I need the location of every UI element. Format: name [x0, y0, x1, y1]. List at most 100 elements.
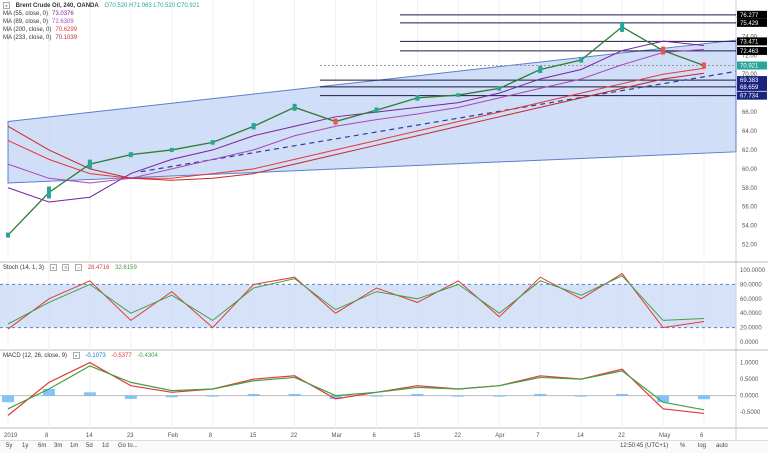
stoch-tick-label: 40.0000 — [740, 311, 762, 317]
macd-pane — [0, 361, 736, 416]
time-tick-label: Feb — [168, 433, 179, 439]
stoch-pane — [0, 272, 736, 330]
macd-hist-bar — [288, 393, 301, 396]
macd-title: MACD (12, 26, close, 9) — [3, 353, 68, 360]
price-point — [497, 86, 502, 91]
price-point — [251, 123, 256, 130]
timeframe-button[interactable]: 1d — [102, 443, 109, 449]
time-tick-label: Apr — [495, 433, 504, 439]
stoch-d-value: 32.6159 — [115, 265, 137, 272]
price-point — [6, 232, 10, 238]
stoch-tick-label: 20.0000 — [740, 326, 762, 332]
ma-label: MA (89, close, 0) — [3, 19, 49, 26]
chart-canvas[interactable]: 76.0074.0072.0070.0068.0066.0064.0062.00… — [0, 0, 768, 452]
eye-icon[interactable]: ● — [3, 2, 10, 9]
time-tick-label: 22 — [618, 433, 625, 439]
settings-icon[interactable]: ⚙ — [62, 264, 70, 271]
scale-toggle[interactable]: % — [680, 443, 685, 449]
time-tick-label: Mar — [332, 433, 342, 439]
price-point — [292, 103, 297, 111]
stoch-k-value: 28.4716 — [87, 265, 110, 272]
ma-label: MA (233, close, 0) — [3, 35, 52, 42]
price-point — [128, 152, 133, 158]
macd-hist-bar — [575, 395, 588, 397]
clock-label: 12:50:45 (UTC+1) — [620, 443, 669, 449]
price-tag-label: 68.659 — [740, 85, 759, 91]
timeframe-button[interactable]: 3m — [54, 443, 62, 449]
ma-value: 72.6309 — [52, 19, 74, 26]
macd-hist-bar — [616, 393, 629, 396]
macd-tick-label: 0.0000 — [740, 394, 759, 400]
price-legend: ● Brent Crude Oil, 240, OANDA O70.520 H7… — [3, 2, 203, 42]
price-tick-label: 54.00 — [742, 224, 758, 230]
price-tick-label: 66.00 — [742, 110, 758, 116]
macd-tick-label: 0.5000 — [740, 377, 759, 383]
time-tick-label: 7 — [536, 433, 540, 439]
close-icon[interactable]: × — [75, 264, 83, 271]
stoch-legend: Stoch (14, 1, 3) ● ⚙ × 28.4716 32.6159 — [3, 264, 141, 272]
stoch-tick-label: 60.0000 — [740, 297, 762, 303]
timeframe-button[interactable]: 5d — [86, 443, 93, 449]
macd-hist-bar — [411, 393, 424, 396]
timeframe-button[interactable]: Go to... — [118, 443, 138, 449]
time-tick-label: 2019 — [4, 433, 18, 439]
ohlc-label: O70.520 H71.063 L70.520 C70.921 — [104, 3, 200, 10]
ma-value: 73.0376 — [52, 11, 74, 18]
price-tick-label: 52.00 — [742, 243, 758, 249]
time-tick-label: 22 — [291, 433, 298, 439]
ma-label: MA (55, close, 0) — [3, 11, 49, 18]
price-tick-label: 58.00 — [742, 186, 758, 192]
timeframe-button[interactable]: 1m — [70, 443, 78, 449]
scale-toggle[interactable]: auto — [716, 443, 728, 449]
macd-hist-bar — [698, 395, 710, 400]
scale-toggle[interactable]: log — [698, 443, 706, 449]
time-tick-label: 22 — [454, 433, 461, 439]
price-tag-label: 67.734 — [740, 94, 759, 100]
macd-hist-bar — [42, 389, 55, 396]
eye-icon[interactable]: ● — [49, 264, 57, 271]
ma-legend-row: MA (55, close, 0) 73.0376 — [3, 10, 203, 18]
price-point — [456, 93, 461, 97]
macd-hist-bar — [534, 393, 547, 396]
price-tag-label: 70.921 — [740, 64, 759, 70]
macd-tick-label: -0.5000 — [740, 410, 761, 416]
price-point — [169, 147, 174, 152]
price-point — [702, 62, 706, 69]
time-tick-label: 6 — [700, 433, 704, 439]
time-tick-label: 15 — [250, 433, 257, 439]
macd-hist-bar — [83, 392, 96, 396]
macd-legend: MACD (12, 26, close, 9) ● -0.1073 -0.537… — [3, 352, 162, 360]
stoch-tick-label: 80.0000 — [740, 282, 762, 288]
price-point — [620, 21, 625, 32]
chart-window: 76.0074.0072.0070.0068.0066.0064.0062.00… — [0, 0, 768, 453]
macd-hist-bar — [452, 395, 465, 397]
price-tag-label: 73.471 — [740, 39, 759, 45]
bottom-toolbar: 5y 1y 6m 3m 1m 5d 1d Go to... 12:50:45 (UTC+1)% l… — [0, 440, 768, 453]
stoch-title: Stoch (14, 1, 3) — [3, 265, 45, 272]
price-point — [538, 66, 543, 73]
macd-hist-bar — [165, 395, 178, 398]
time-tick-label: 14 — [86, 433, 93, 439]
ma-value: 70.6299 — [55, 27, 78, 34]
macd-signal-line — [7, 365, 705, 411]
macd-hist-bar — [370, 395, 383, 397]
price-point — [87, 159, 92, 169]
price-point — [661, 46, 666, 55]
eye-icon[interactable]: ● — [72, 352, 80, 359]
price-tick-label: 60.00 — [742, 167, 758, 173]
timeframe-button[interactable]: 5y — [6, 443, 12, 449]
time-tick-label: 23 — [127, 433, 134, 439]
price-tag-label: 72.463 — [740, 49, 759, 55]
price-tick-label: 62.00 — [742, 148, 758, 154]
macd-tick-label: 1.0000 — [740, 361, 759, 367]
macd-hist-bar — [124, 395, 137, 399]
stoch-band — [0, 284, 736, 328]
timeframe-button[interactable]: 1y — [22, 443, 28, 449]
symbol-label: Brent Crude Oil, 240, OANDA — [15, 3, 99, 10]
price-point — [374, 107, 379, 113]
ma-legend-row: MA (233, close, 0) 70.1039 — [3, 34, 203, 42]
macd-line-value: -0.5377 — [111, 353, 132, 360]
time-tick-label: 14 — [577, 433, 584, 439]
timeframe-button[interactable]: 6m — [38, 443, 46, 449]
price-tick-label: 56.00 — [742, 205, 758, 211]
